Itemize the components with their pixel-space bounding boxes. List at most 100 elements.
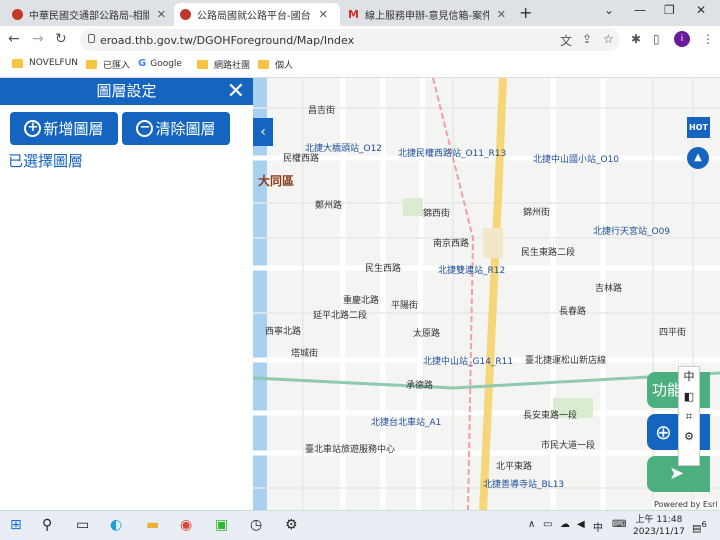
windows-start-icon[interactable]: ⊞ (10, 517, 22, 533)
translate-icon[interactable]: ⽂ (560, 32, 572, 49)
panel-title: 圖層設定 (96, 82, 157, 100)
close-icon[interactable]: ✕ (157, 8, 166, 21)
line-icon[interactable]: ▣ (215, 517, 228, 533)
notification-count: 6 (701, 519, 707, 529)
new-tab-plus-icon[interactable]: + (519, 3, 532, 22)
clock-app-icon[interactable]: ◷ (250, 517, 262, 533)
compass-icon[interactable]: ▲ (687, 147, 709, 169)
map-label: 錦州街 (523, 208, 551, 218)
map-label: 民權西路 (283, 154, 320, 164)
ime-indicator[interactable]: 中 (593, 519, 603, 534)
map-label: 鄭州路 (315, 201, 343, 211)
map-label: 四平街 (659, 328, 687, 338)
back-arrow-icon[interactable]: ← (8, 31, 20, 47)
keyboard-icon[interactable]: ⌨ (612, 519, 626, 530)
bookmark-personal[interactable]: 個人 (258, 58, 293, 71)
map-label: 民生東路二段 (521, 248, 576, 258)
lock-icon (88, 34, 95, 43)
folder-icon (258, 60, 269, 69)
tab-3[interactable]: M 線上服務申辦-意見信箱-案件編號 ✕ (342, 3, 512, 26)
browser-toolbar: ← → ↻ eroad.thb.gov.tw/DGOHForeground/Ma… (0, 26, 720, 54)
map-label: 北平東路 (496, 462, 533, 472)
map-label: 昌吉街 (308, 106, 336, 116)
map-label: 北捷中山站_G14_R11 (423, 357, 514, 367)
file-explorer-icon[interactable]: ▬ (146, 517, 159, 533)
onedrive-icon[interactable]: ☁ (560, 519, 570, 530)
avatar[interactable]: i (674, 31, 690, 47)
network-icon[interactable]: ▭ (543, 519, 552, 530)
close-icon[interactable]: ✕ (497, 8, 506, 21)
volume-icon[interactable]: ◀ (577, 519, 585, 530)
map-label: 吉林路 (595, 284, 623, 294)
map-label: 北捷雙連站_R12 (438, 266, 506, 276)
edge-icon[interactable]: ◐ (110, 517, 122, 533)
share-icon[interactable]: ⇪ (582, 32, 592, 46)
side-panel-icon[interactable]: ▯ (653, 32, 660, 46)
bookmark-social[interactable]: 網路社團 (197, 58, 250, 71)
search-icon[interactable]: ⚲ (42, 517, 52, 533)
district-label: 大同區 (258, 174, 295, 188)
notification-icon[interactable]: ▤6 (692, 519, 707, 534)
map-label: 市民大道一段 (541, 441, 596, 451)
bookmark-novelfun[interactable]: NOVELFUN (12, 58, 78, 68)
site-favicon-icon (12, 9, 23, 20)
plus-circle-icon: + (24, 120, 42, 137)
window-close-icon[interactable]: ✕ (696, 3, 706, 17)
panel-header: 圖層設定 ✕ (0, 78, 253, 105)
minimize-icon[interactable]: — (634, 3, 646, 17)
collapse-panel-chevron-icon[interactable]: ‹ (253, 118, 273, 146)
chrome-icon[interactable]: ◉ (180, 517, 192, 533)
tab-title: 中華民國交通部公路局-相關網站 (29, 11, 149, 22)
map-label: 平陽街 (391, 301, 419, 311)
hot-button[interactable]: HOT (687, 117, 710, 138)
map-label: 北捷台北車站_A1 (371, 418, 442, 428)
tab-2[interactable]: 公路局國就公路平台-國台 ✕ (174, 3, 340, 26)
reload-icon[interactable]: ↻ (55, 31, 67, 47)
menu-dots-icon[interactable]: ⋮ (702, 32, 714, 46)
bookmark-imported[interactable]: 已匯入 (86, 58, 130, 71)
system-clock[interactable]: 上午 11:48 2023/11/17 (633, 514, 685, 538)
map-label: 延平北路二段 (313, 311, 368, 321)
map-label: 太原路 (413, 329, 441, 339)
map-label: 塔城街 (291, 349, 319, 359)
site-favicon-icon (180, 9, 191, 20)
zoom-level-button[interactable]: 中 (679, 367, 699, 387)
layer-panel: 圖層設定 ✕ + 新增圖層 − 清除圖層 已選擇圖層 (0, 78, 253, 510)
map-label: 西寧北路 (265, 327, 302, 337)
measure-icon[interactable]: ⌗ (679, 407, 699, 427)
chevron-up-icon[interactable]: ∧ (528, 519, 535, 530)
browser-chrome: 中華民國交通部公路局-相關網站 ✕ 公路局國就公路平台-國台 ✕ M 線上服務申… (0, 0, 720, 78)
folder-icon (197, 60, 208, 69)
star-icon[interactable]: ☆ (603, 32, 614, 46)
windows-taskbar: ⊞ ⚲ ▭ ◐ ▬ ◉ ▣ ◷ ⚙ ∧ ▭ ☁ ◀ 中 ⌨ 上午 11:48 2… (0, 510, 720, 540)
contrast-icon[interactable]: ◧ (679, 387, 699, 407)
close-icon[interactable]: ✕ (319, 8, 328, 21)
settings-gear-icon[interactable]: ⚙ (285, 517, 298, 533)
minus-circle-icon: − (136, 120, 154, 137)
restore-icon[interactable]: ❐ (664, 3, 675, 17)
add-layer-button[interactable]: + 新增圖層 (10, 112, 118, 145)
folder-icon (12, 58, 23, 68)
map-label: 北捷行天宮站_O09 (593, 227, 671, 237)
forward-arrow-icon[interactable]: → (32, 31, 44, 47)
map-label: 北捷善導寺站_BL13 (483, 480, 565, 490)
folder-icon (86, 60, 97, 69)
crosshair-icon: ⊕ (655, 420, 672, 444)
remove-layer-button[interactable]: − 清除圖層 (122, 112, 230, 145)
map-label: 南京西路 (433, 239, 470, 249)
map-label: 長安東路一段 (523, 411, 578, 421)
task-view-icon[interactable]: ▭ (76, 517, 89, 533)
chevron-down-icon[interactable]: ⌄ (604, 3, 614, 17)
gear-icon[interactable]: ⚙ (679, 427, 699, 447)
map-label: 重慶北路 (343, 296, 380, 306)
close-icon[interactable]: ✕ (227, 78, 245, 105)
map-label: 民生西路 (365, 264, 402, 274)
map-label: 錦西街 (423, 209, 451, 219)
gmail-icon: M (348, 8, 359, 21)
tab-title: 公路局國就公路平台-國台 (197, 11, 311, 22)
map-attribution: Powered by Esri (652, 500, 720, 509)
tab-1[interactable]: 中華民國交通部公路局-相關網站 ✕ (6, 3, 172, 26)
bookmark-google[interactable]: G Google (138, 58, 182, 69)
address-bar[interactable]: eroad.thb.gov.tw/DGOHForeground/Map/Inde… (80, 29, 620, 51)
extensions-icon[interactable]: ✱ (631, 32, 641, 46)
